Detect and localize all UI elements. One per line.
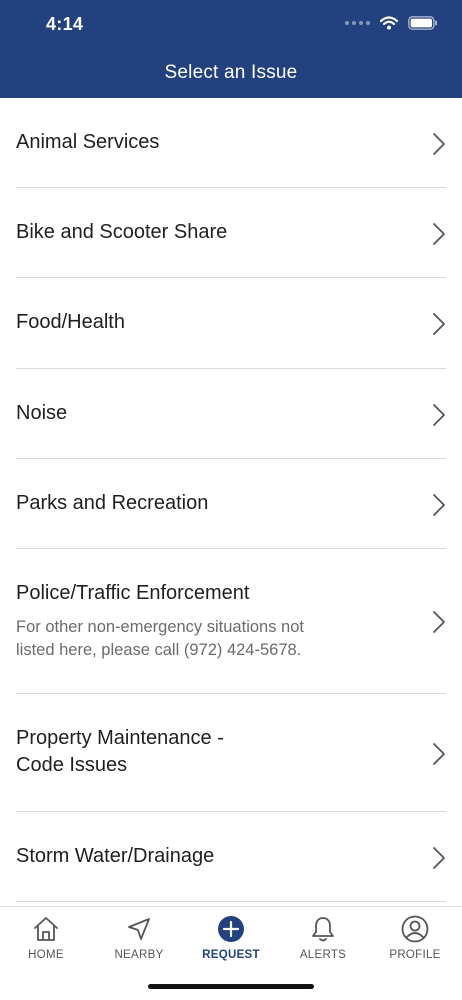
issue-title: Noise xyxy=(16,402,68,424)
issue-title-line1: Property Maintenance - xyxy=(16,727,224,749)
navigation-arrow-icon xyxy=(128,918,150,940)
page-title: Select an Issue xyxy=(164,62,298,83)
issue-title: Bike and Scooter Share xyxy=(16,221,228,243)
chevron-right-icon xyxy=(433,494,445,516)
add-circle-icon xyxy=(218,916,244,942)
issue-title: Parks and Recreation xyxy=(16,492,209,514)
tab-label: REQUEST xyxy=(202,949,260,961)
user-profile-icon xyxy=(401,915,429,943)
issue-item-food-health[interactable]: Food/Health xyxy=(16,278,446,369)
chevron-right-icon xyxy=(433,611,445,633)
issue-item-storm-water[interactable]: Storm Water/Drainage xyxy=(16,812,446,902)
tab-nearby[interactable]: NEARBY xyxy=(93,915,185,975)
issue-title: Animal Services xyxy=(16,131,160,153)
tab-label: NEARBY xyxy=(114,949,164,961)
tab-request[interactable]: REQUEST xyxy=(185,915,277,975)
tab-label: PROFILE xyxy=(389,949,441,961)
battery-icon xyxy=(408,16,437,30)
issue-item-police-traffic[interactable]: Police/Traffic Enforcement For other non… xyxy=(16,549,446,694)
tab-alerts[interactable]: ALERTS xyxy=(277,915,369,975)
status-icons xyxy=(345,16,438,30)
issue-item-noise[interactable]: Noise xyxy=(16,369,446,459)
issue-title: Food/Health xyxy=(16,311,125,333)
chevron-right-icon xyxy=(433,404,445,426)
tab-label: ALERTS xyxy=(299,949,347,961)
chevron-right-icon xyxy=(433,133,445,155)
issue-item-animal-services[interactable]: Animal Services xyxy=(16,98,446,188)
issue-item-property-maintenance[interactable]: Property Maintenance - Code Issues xyxy=(16,694,446,812)
issue-title: Storm Water/Drainage xyxy=(16,845,215,867)
tab-profile[interactable]: PROFILE xyxy=(369,915,461,975)
chevron-right-icon xyxy=(433,313,445,335)
home-icon xyxy=(34,917,58,941)
issue-title: Police/Traffic Enforcement xyxy=(16,582,250,604)
cellular-signal-icon xyxy=(345,21,370,25)
issue-item-bike-scooter-share[interactable]: Bike and Scooter Share xyxy=(16,188,446,278)
chevron-right-icon xyxy=(433,223,445,245)
issue-description: For other non-emergency situations not l… xyxy=(16,618,304,659)
chevron-right-icon xyxy=(433,743,445,765)
app-header: 4:14 Select an Issue xyxy=(0,0,462,98)
issue-list: Animal Services Bike and Scooter Share F… xyxy=(0,98,462,906)
tab-home[interactable]: HOME xyxy=(0,915,92,975)
status-time: 4:14 xyxy=(46,14,84,34)
tab-label: HOME xyxy=(28,949,64,961)
home-indicator xyxy=(148,984,314,989)
wifi-icon xyxy=(380,16,398,30)
issue-item-parks-recreation[interactable]: Parks and Recreation xyxy=(16,459,446,549)
bell-icon xyxy=(312,917,334,942)
issue-title-line2: Code Issues xyxy=(16,754,128,776)
chevron-right-icon xyxy=(433,847,445,869)
